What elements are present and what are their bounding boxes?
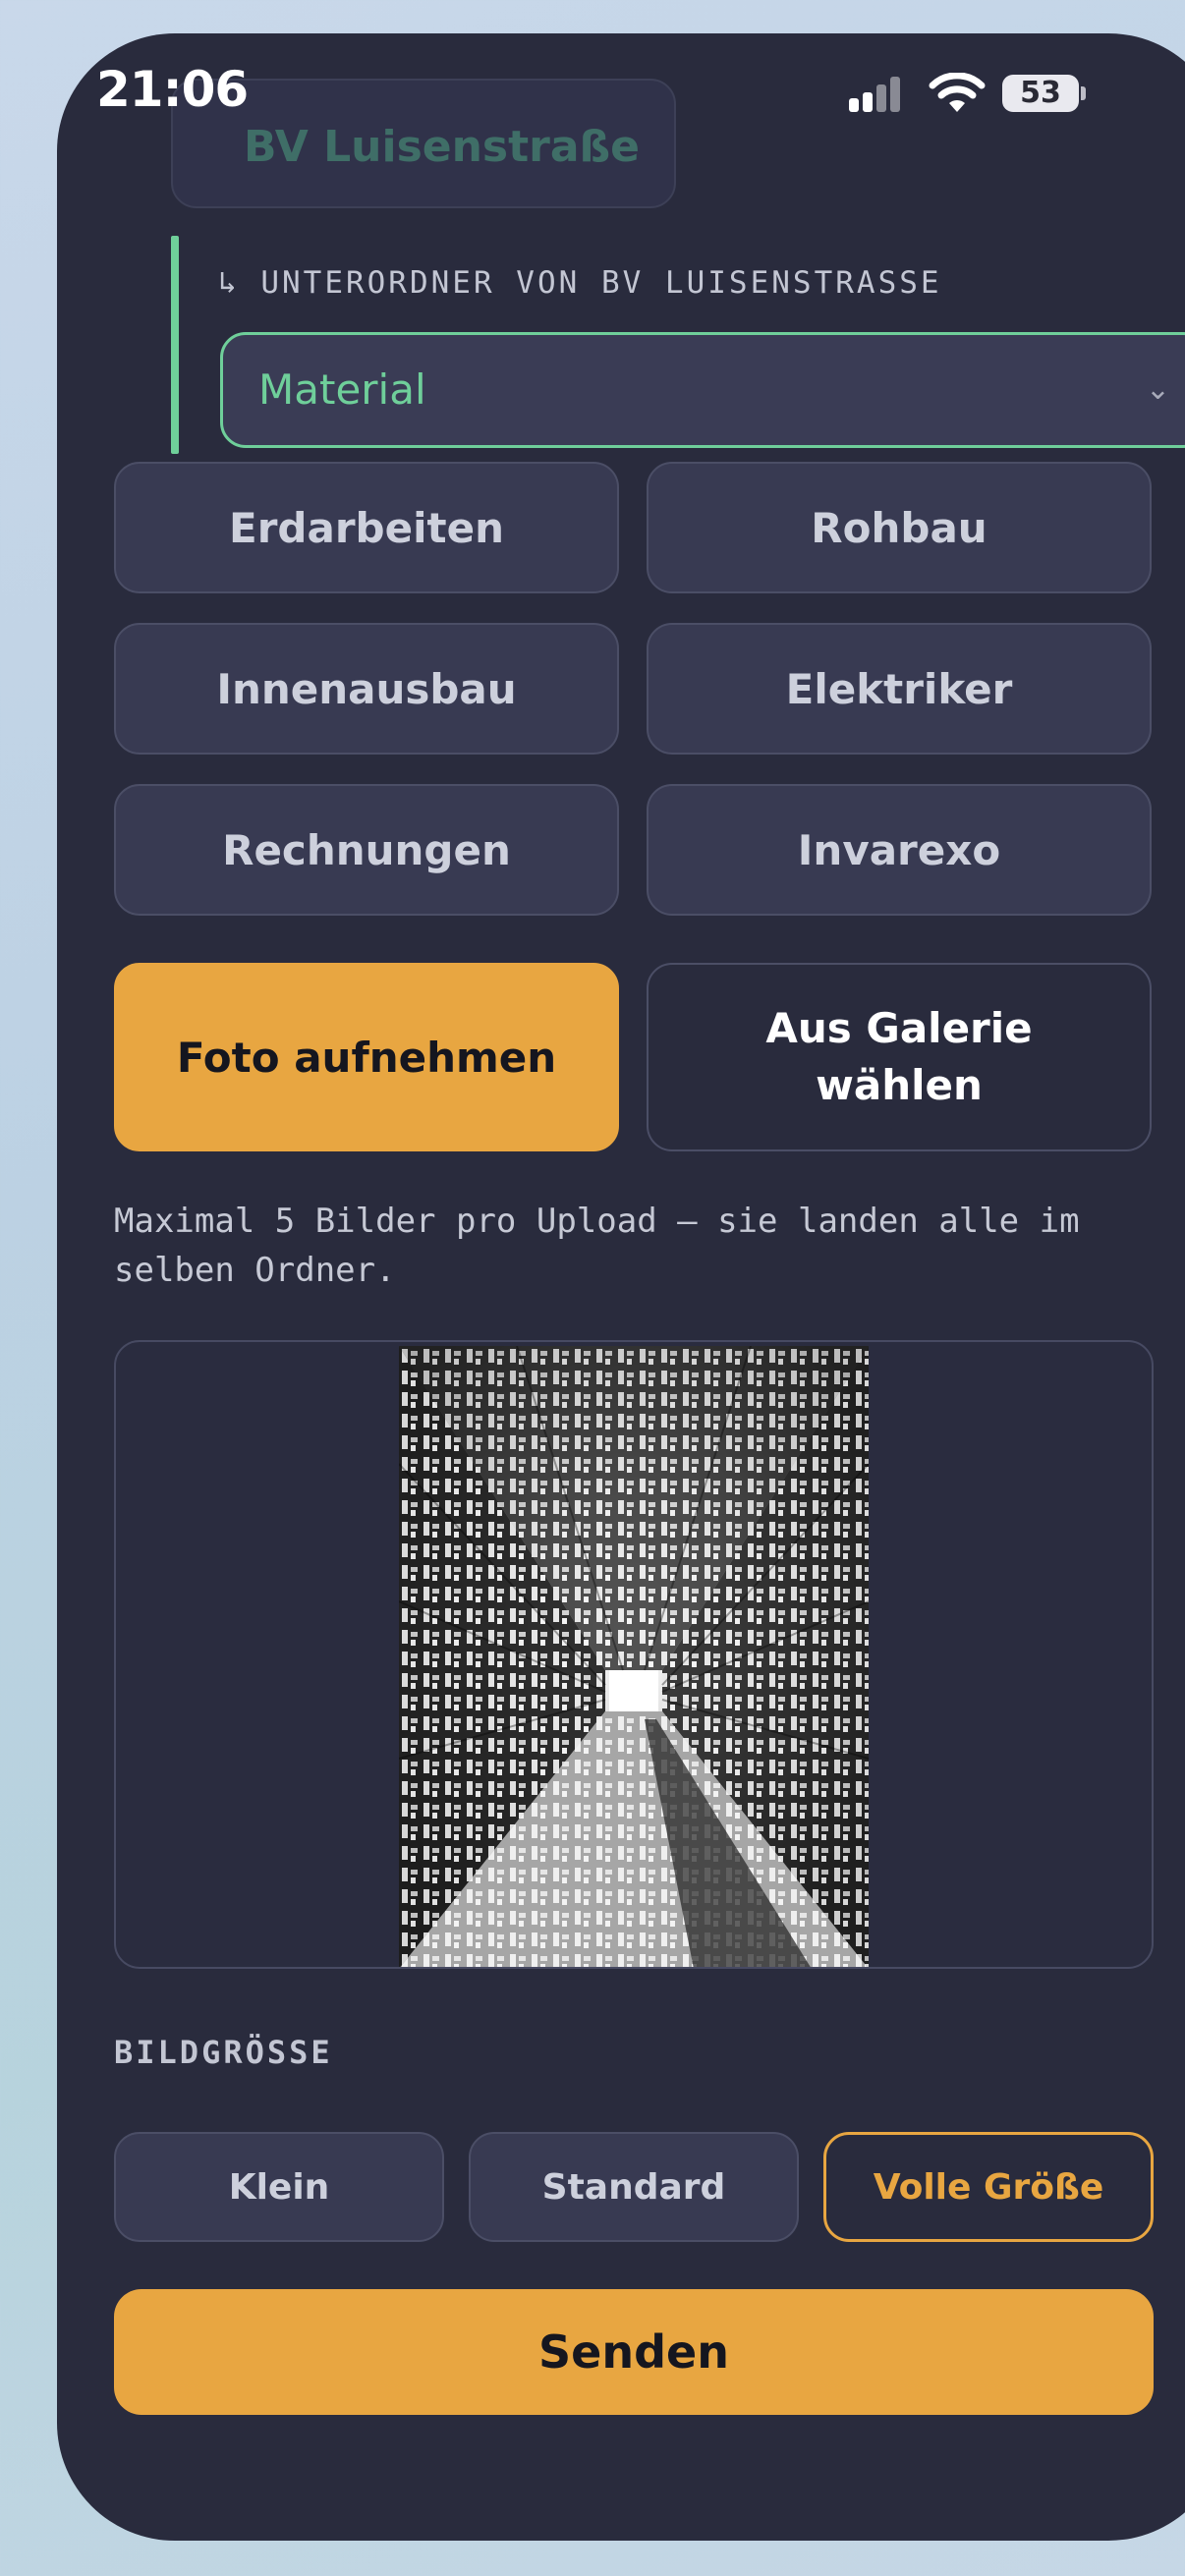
- take-photo-label: Foto aufnehmen: [176, 1033, 557, 1082]
- folder-button-erdarbeiten[interactable]: Erdarbeiten: [114, 462, 619, 593]
- wifi-icon: [929, 73, 986, 112]
- chevron-down-icon: ⌄: [1145, 372, 1170, 407]
- previous-folder-label: BV Luisenstraße: [244, 122, 641, 172]
- battery-nub: [1081, 86, 1086, 100]
- size-option-label: Volle Größe: [873, 2166, 1104, 2208]
- folder-label: Rohbau: [811, 503, 988, 552]
- folder-button-invarexo[interactable]: Invarexo: [647, 784, 1152, 916]
- take-photo-button[interactable]: Foto aufnehmen: [114, 963, 619, 1151]
- folder-label: Innenausbau: [216, 664, 517, 713]
- choose-from-gallery-label: Aus Galerie wählen: [765, 1004, 1033, 1109]
- upload-hint: Maximal 5 Bilder pro Upload – sie landen…: [114, 1202, 1080, 1290]
- folder-label: Invarexo: [797, 825, 1001, 874]
- folder-button-rechnungen[interactable]: Rechnungen: [114, 784, 619, 916]
- choose-from-gallery-button[interactable]: Aus Galerie wählen: [647, 963, 1152, 1151]
- app-screen: BV Luisenstraße ↳ UNTERORDNER VON BV LUI…: [57, 33, 1185, 2541]
- size-option-small[interactable]: Klein: [114, 2132, 444, 2242]
- subfolder-heading: ↳ UNTERORDNER VON BV LUISENSTRASSE: [218, 265, 942, 301]
- tunnel-photo-image: [399, 1346, 869, 1967]
- folder-label: Rechnungen: [222, 825, 511, 874]
- subfolder-accent-bar: [171, 236, 179, 454]
- subfolder-select[interactable]: Material ⌄: [220, 332, 1185, 448]
- folder-button-rohbau[interactable]: Rohbau: [647, 462, 1152, 593]
- image-size-heading: BILDGRÖSSE: [114, 2034, 333, 2071]
- size-option-full[interactable]: Volle Größe: [823, 2132, 1154, 2242]
- battery-icon: 53: [1002, 75, 1079, 112]
- size-option-standard[interactable]: Standard: [469, 2132, 799, 2242]
- folder-label: Elektriker: [785, 664, 1013, 713]
- status-icons: 53: [847, 71, 1086, 120]
- status-time: 21:06: [96, 61, 249, 118]
- send-button[interactable]: Senden: [114, 2289, 1154, 2415]
- folder-button-innenausbau[interactable]: Innenausbau: [114, 623, 619, 755]
- send-label: Senden: [538, 2325, 729, 2379]
- subfolder-selected-value: Material: [258, 365, 426, 414]
- image-preview: [114, 1340, 1154, 1969]
- size-option-label: Klein: [228, 2166, 330, 2208]
- folder-label: Erdarbeiten: [229, 503, 504, 552]
- photo-thumbnail[interactable]: [399, 1346, 869, 1967]
- size-option-label: Standard: [541, 2166, 726, 2208]
- folder-button-elektriker[interactable]: Elektriker: [647, 623, 1152, 755]
